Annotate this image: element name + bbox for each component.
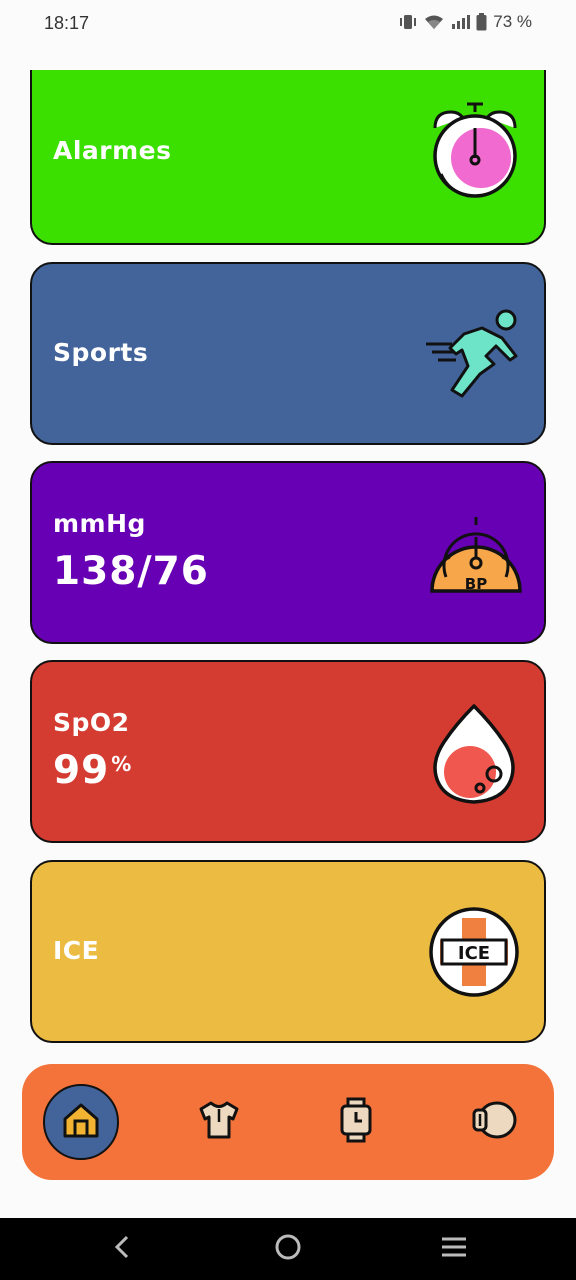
sports-label: Sports [53,338,149,367]
home-circle-icon [274,1233,302,1265]
runner-icon [422,304,532,404]
spo2-value: 99% [53,748,132,793]
bp-icon-text: BP [465,575,487,593]
bottom-nav [22,1064,554,1180]
nav-shirt-button[interactable] [181,1084,257,1160]
watch-icon [338,1097,374,1147]
home-icon [61,1101,101,1143]
nav-watch-button[interactable] [318,1084,394,1160]
recents-button[interactable] [434,1232,474,1266]
vibrate-icon [398,14,418,30]
status-bar: 18:17 73 % [0,0,576,50]
ice-label: ICE [53,936,100,965]
system-nav-bar [0,1218,576,1280]
nav-pod-button[interactable] [456,1084,532,1160]
spo2-number: 99 [53,748,110,793]
ice-badge-icon: ICE [428,906,520,1002]
blood-drop-icon [432,702,516,810]
bp-value: 138/76 [53,549,209,594]
pod-icon [471,1100,517,1144]
sports-card[interactable]: Sports [30,262,546,445]
nav-home-button[interactable] [43,1084,119,1160]
ice-card[interactable]: ICE ICE [30,860,546,1043]
signal-icon [450,14,471,30]
recents-icon [440,1235,468,1263]
battery-percent: 73 % [493,12,532,31]
spo2-label: SpO2 [53,708,130,737]
spo2-card[interactable]: SpO2 99% [30,660,546,843]
shirt-icon [197,1100,241,1144]
spo2-unit: % [111,752,133,776]
wifi-icon [424,14,444,30]
alarms-card[interactable]: Alarmes [30,70,546,245]
battery-icon [476,13,487,31]
back-button[interactable] [102,1232,142,1266]
back-icon [112,1234,132,1264]
status-icons: 73 % [398,12,532,32]
system-home-button[interactable] [268,1232,308,1266]
status-time: 18:17 [44,13,90,33]
blood-pressure-gauge-icon: BP [426,507,526,607]
bp-unit-label: mmHg [53,509,146,538]
blood-pressure-card[interactable]: mmHg 138/76 BP [30,461,546,644]
ice-icon-text: ICE [458,943,490,964]
stopwatch-icon [425,98,525,206]
alarms-label: Alarmes [53,136,172,165]
